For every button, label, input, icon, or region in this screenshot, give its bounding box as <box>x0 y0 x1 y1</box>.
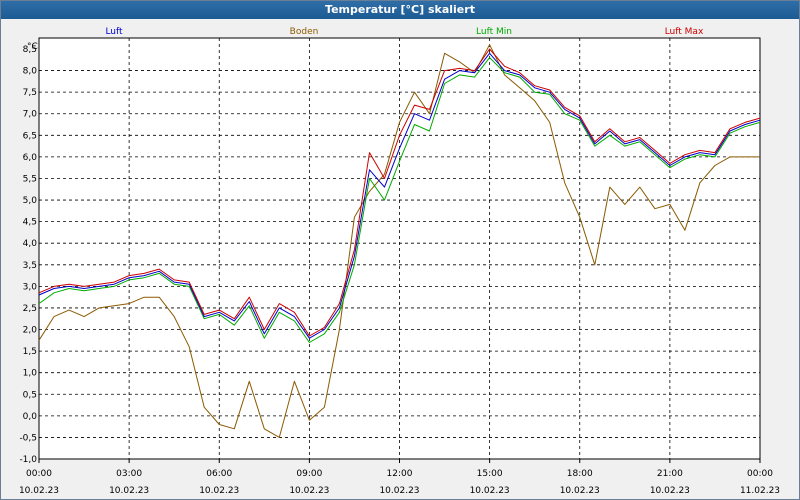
x-tick-date-label: 10.02.23 <box>560 486 600 496</box>
x-tick-time-label: 09:00 <box>296 469 322 479</box>
x-tick-time-label: 06:00 <box>206 469 232 479</box>
y-tick-label: 0,0 <box>23 412 38 422</box>
x-axis: 00:00 10.02.23 03:00 10.02.23 06:00 10.02.23 0… <box>19 459 780 496</box>
y-tick-label: 7,0 <box>23 110 38 120</box>
legend-entry-luft-max: Luft Max <box>665 27 704 37</box>
chart-window: Temperatur [°C] skaliert 8,5 8,0 7,5 7,0 6,5… <box>0 0 800 500</box>
y-tick-label: -0,5 <box>19 433 37 443</box>
y-axis: 8,58,07,57,06,56,05,55,04,54,03,53,02,52… <box>19 45 37 465</box>
y-tick-label: 5,0 <box>23 196 38 206</box>
y-tick-label: 0,5 <box>23 390 37 400</box>
x-tick-time-label: 03:00 <box>116 469 142 479</box>
x-tick-time-label: 21:00 <box>657 469 683 479</box>
x-tick-time-label: 18:00 <box>567 469 593 479</box>
y-tick-label: 4,5 <box>23 218 37 228</box>
x-tick-date-label: 10.02.23 <box>199 486 239 496</box>
x-tick-date-label: 10.02.23 <box>379 486 419 496</box>
x-tick-time-label: 15:00 <box>477 469 503 479</box>
y-axis-unit-label: °C <box>27 42 38 52</box>
temperature-chart: 8,58,07,57,06,56,05,55,04,54,03,53,02,52… <box>19 27 780 496</box>
y-tick-label: 1,0 <box>23 369 38 379</box>
y-tick-label: 3,5 <box>23 261 37 271</box>
y-tick-label: 8,0 <box>23 67 38 77</box>
x-tick-time-label: 12:00 <box>387 469 413 479</box>
x-tick-date-label: 11.02.23 <box>740 486 780 496</box>
y-tick-label: 6,5 <box>23 131 37 141</box>
legend-entry-luft: Luft <box>105 27 123 37</box>
y-tick-label: 2,5 <box>23 304 37 314</box>
legend: Luft Boden Luft Min Luft Max <box>105 27 704 37</box>
x-tick-date-label: 10.02.23 <box>19 486 59 496</box>
y-tick-label: -1,0 <box>19 455 37 465</box>
x-tick-date-label: 10.02.23 <box>289 486 329 496</box>
y-tick-label: 5,5 <box>23 174 37 184</box>
y-tick-label: 4,0 <box>23 239 38 249</box>
y-tick-label: 6,0 <box>23 153 38 163</box>
x-tick-time-label: 00:00 <box>747 469 773 479</box>
y-tick-label: 2,0 <box>23 326 38 336</box>
x-tick-date-label: 10.02.23 <box>650 486 690 496</box>
y-tick-label: 7,5 <box>23 88 37 98</box>
y-tick-label: 3,0 <box>23 282 38 292</box>
y-tick-label: 1,5 <box>23 347 37 357</box>
x-tick-date-label: 10.02.23 <box>470 486 510 496</box>
x-tick-date-label: 10.02.23 <box>109 486 149 496</box>
legend-entry-luft-min: Luft Min <box>476 27 512 37</box>
legend-entry-boden: Boden <box>290 27 319 37</box>
x-tick-time-label: 00:00 <box>26 469 52 479</box>
